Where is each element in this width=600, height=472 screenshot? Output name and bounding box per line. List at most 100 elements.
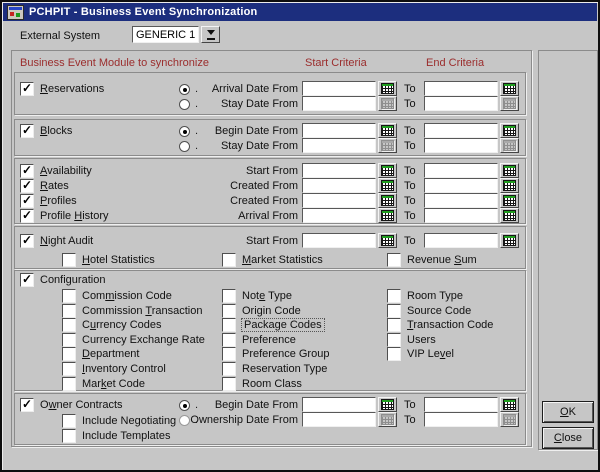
- reservations-arrival-end-calendar-button[interactable]: [500, 81, 519, 96]
- night-audit-row: Start From To: [2, 233, 536, 249]
- market-code-checkbox[interactable]: [62, 377, 76, 391]
- owner-begin-start-calendar-button[interactable]: [378, 397, 397, 412]
- availability-end-calendar-button[interactable]: [500, 163, 519, 178]
- blocks-begin-end-calendar-button[interactable]: [500, 123, 519, 138]
- package-codes-row: Package Codes: [222, 318, 324, 332]
- blocks-begin-end-input[interactable]: [424, 123, 498, 138]
- include-templates-checkbox[interactable]: [62, 429, 76, 443]
- room-class-label: Room Class: [242, 378, 302, 390]
- availability-start-input[interactable]: [302, 163, 376, 178]
- created-from-label: Created From: [162, 180, 298, 192]
- profiles-start-input[interactable]: [302, 193, 376, 208]
- start-criteria-header: Start Criteria: [305, 57, 367, 69]
- room-type-row: Room Type: [387, 289, 463, 303]
- availability-row: Start From To: [2, 163, 536, 179]
- owner-row-begin: . Begin Date From To: [2, 397, 536, 413]
- market-code-label: Market Code: [82, 378, 145, 390]
- profile-history-end-calendar-button[interactable]: [500, 208, 519, 223]
- reservations-arrival-start-input[interactable]: [302, 81, 376, 96]
- close-button[interactable]: Close: [542, 427, 594, 449]
- profile-history-end-input[interactable]: [424, 208, 498, 223]
- to-label: To: [404, 125, 416, 137]
- rates-start-calendar-button[interactable]: [378, 178, 397, 193]
- currency-codes-checkbox[interactable]: [62, 318, 76, 332]
- currency-exchange-rate-row: Currency Exchange Rate: [62, 333, 205, 347]
- origin-code-checkbox[interactable]: [222, 304, 236, 318]
- source-code-checkbox[interactable]: [387, 304, 401, 318]
- hotel-statistics-checkbox[interactable]: [62, 253, 76, 267]
- night-audit-start-input[interactable]: [302, 233, 376, 248]
- reservations-stay-end-input[interactable]: [424, 96, 498, 111]
- currency-exchange-rate-checkbox[interactable]: [62, 333, 76, 347]
- configuration-checkbox-row: Configuration: [20, 273, 105, 287]
- commission-transaction-checkbox[interactable]: [62, 304, 76, 318]
- ok-button[interactable]: OK: [542, 401, 594, 423]
- to-label: To: [404, 414, 416, 426]
- calendar-icon: [381, 165, 394, 176]
- preference-group-checkbox[interactable]: [222, 347, 236, 361]
- reservations-arrival-end-input[interactable]: [424, 81, 498, 96]
- reservations-row-arrival: . Arrival Date From To: [2, 81, 536, 97]
- blocks-stay-end-input[interactable]: [424, 138, 498, 153]
- availability-end-input[interactable]: [424, 163, 498, 178]
- rates-start-input[interactable]: [302, 178, 376, 193]
- app-icon: [7, 5, 24, 20]
- room-type-checkbox[interactable]: [387, 289, 401, 303]
- rates-end-input[interactable]: [424, 178, 498, 193]
- reservations-arrival-start-calendar-button[interactable]: [378, 81, 397, 96]
- room-class-checkbox[interactable]: [222, 377, 236, 391]
- owner-begin-end-calendar-button[interactable]: [500, 397, 519, 412]
- preference-checkbox[interactable]: [222, 333, 236, 347]
- transaction-code-checkbox[interactable]: [387, 318, 401, 332]
- stay-date-from-label: Stay Date From: [162, 98, 298, 110]
- profile-history-start-input[interactable]: [302, 208, 376, 223]
- revenue-sum-checkbox[interactable]: [387, 253, 401, 267]
- configuration-checkbox[interactable]: [20, 273, 34, 287]
- profiles-start-calendar-button[interactable]: [378, 193, 397, 208]
- source-code-row: Source Code: [387, 304, 471, 318]
- currency-exchange-rate-label: Currency Exchange Rate: [82, 334, 205, 346]
- ownership-end-input[interactable]: [424, 412, 498, 427]
- market-statistics-label: Market Statistics: [242, 254, 323, 266]
- preference-label: Preference: [242, 334, 296, 346]
- external-system-dropdown-button[interactable]: [201, 26, 220, 43]
- profile-history-start-calendar-button[interactable]: [378, 208, 397, 223]
- rates-end-calendar-button[interactable]: [500, 178, 519, 193]
- include-negotiating-label: Include Negotiating: [82, 415, 176, 427]
- blocks-begin-start-input[interactable]: [302, 123, 376, 138]
- calendar-icon: [503, 180, 516, 191]
- night-audit-end-input[interactable]: [424, 233, 498, 248]
- profiles-end-calendar-button[interactable]: [500, 193, 519, 208]
- vip-level-checkbox[interactable]: [387, 347, 401, 361]
- include-negotiating-checkbox[interactable]: [62, 414, 76, 428]
- department-checkbox[interactable]: [62, 347, 76, 361]
- note-type-label: Note Type: [242, 290, 292, 302]
- availability-start-calendar-button[interactable]: [378, 163, 397, 178]
- market-statistics-checkbox[interactable]: [222, 253, 236, 267]
- ownership-end-calendar-button: [500, 412, 519, 427]
- owner-begin-start-input[interactable]: [302, 397, 376, 412]
- inventory-control-checkbox[interactable]: [62, 362, 76, 376]
- night-audit-end-calendar-button[interactable]: [500, 233, 519, 248]
- reservations-stay-start-input[interactable]: [302, 96, 376, 111]
- profiles-end-input[interactable]: [424, 193, 498, 208]
- to-label: To: [404, 210, 416, 222]
- titlebar[interactable]: PCHPIT - Business Event Synchronization: [3, 3, 597, 21]
- note-type-checkbox[interactable]: [222, 289, 236, 303]
- blocks-stay-start-input[interactable]: [302, 138, 376, 153]
- blocks-stay-start-calendar-button: [378, 138, 397, 153]
- blocks-begin-start-calendar-button[interactable]: [378, 123, 397, 138]
- commission-code-checkbox[interactable]: [62, 289, 76, 303]
- users-checkbox[interactable]: [387, 333, 401, 347]
- calendar-icon: [381, 210, 394, 221]
- external-system-input[interactable]: [132, 26, 199, 43]
- hotel-statistics-label: Hotel Statistics: [82, 254, 155, 266]
- package-codes-checkbox[interactable]: [222, 318, 236, 332]
- preference-row: Preference: [222, 333, 296, 347]
- owner-begin-end-input[interactable]: [424, 397, 498, 412]
- night-audit-start-calendar-button[interactable]: [378, 233, 397, 248]
- reservation-type-checkbox[interactable]: [222, 362, 236, 376]
- created-from-label: Created From: [162, 195, 298, 207]
- blocks-stay-end-calendar-button: [500, 138, 519, 153]
- ownership-start-input[interactable]: [302, 412, 376, 427]
